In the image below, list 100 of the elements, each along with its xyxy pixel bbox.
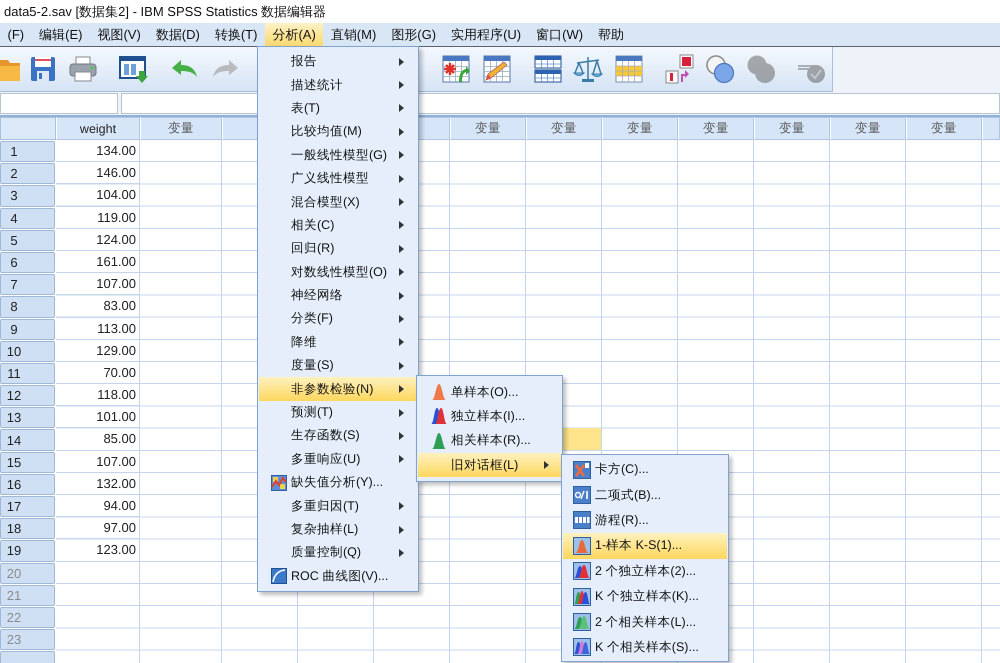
row-header[interactable]: 19 <box>0 540 55 562</box>
menu-item[interactable]: 非参数检验(N) <box>259 377 417 401</box>
menu-item[interactable]: 二项式(B)... <box>563 482 727 508</box>
row-header[interactable]: 3 <box>0 185 55 207</box>
squares-arrow-icon[interactable] <box>665 54 695 84</box>
column-header[interactable]: 变量 <box>678 117 754 140</box>
peak-icon <box>431 432 447 449</box>
submenu-arrow-icon <box>399 104 404 112</box>
menu-item[interactable]: 降维 <box>259 330 417 354</box>
cell-name-field[interactable] <box>0 93 118 114</box>
column-header[interactable]: 变量 <box>906 117 982 140</box>
row-header[interactable]: 15 <box>0 452 55 473</box>
menu-item[interactable]: 相关(C) <box>259 214 417 238</box>
submenu-arrow-icon <box>544 461 549 470</box>
menu-item[interactable]: 混合模型(X) <box>259 190 417 214</box>
row-header[interactable]: 17 <box>0 496 55 518</box>
fraction-tile-icon <box>573 486 591 504</box>
column-header[interactable]: 变量 <box>526 117 602 140</box>
menu-item[interactable]: 对数线性模型(O) <box>259 260 417 284</box>
menu-item[interactable]: 预测(T) <box>259 400 417 424</box>
row-header[interactable]: 7 <box>0 274 55 296</box>
menu-bar-item[interactable]: 分析(A) <box>264 23 324 46</box>
row-header[interactable]: 10 <box>0 340 55 362</box>
menu-item[interactable]: 生存函数(S) <box>259 424 417 448</box>
menu-item[interactable]: 广义线性模型 <box>259 166 417 190</box>
table-cell: 94.00 <box>56 495 140 518</box>
menu-item[interactable]: 表(T) <box>259 96 417 120</box>
scales-icon[interactable] <box>573 54 603 84</box>
row-header[interactable]: 13 <box>0 407 55 428</box>
column-header[interactable]: 变量 <box>140 117 222 140</box>
menu-item[interactable]: 单样本(O)... <box>418 380 561 404</box>
row-header[interactable]: 18 <box>0 518 55 540</box>
row-header[interactable]: 16 <box>0 474 55 495</box>
row-header[interactable]: 1 <box>0 141 55 162</box>
grid-icon[interactable] <box>614 54 644 84</box>
menu-bar-item[interactable]: 视图(V) <box>90 23 148 46</box>
row-header[interactable]: 8 <box>0 296 55 318</box>
menu-item[interactable]: 2 个独立样本(2)... <box>563 558 727 584</box>
row-header[interactable]: 11 <box>0 362 55 384</box>
menu-bar-item[interactable]: (F) <box>0 23 32 46</box>
row-header[interactable]: 6 <box>0 252 55 274</box>
grid-pencil-icon[interactable] <box>482 54 512 84</box>
menu-item[interactable]: 质量控制(Q) <box>259 541 417 565</box>
menu-item[interactable]: 多重归因(T) <box>259 494 417 518</box>
row-header[interactable]: 4 <box>0 208 55 229</box>
menu-item[interactable]: 相关样本(R)... <box>418 428 561 453</box>
menu-item[interactable]: 报告 <box>259 50 417 74</box>
table-cell: 129.00 <box>56 340 140 362</box>
submenu-arrow-icon <box>399 292 404 300</box>
menu-bar-item[interactable]: 窗口(W) <box>528 23 591 46</box>
table-cell: 70.00 <box>56 362 140 384</box>
row-header[interactable]: 12 <box>0 385 55 406</box>
window-arrow-icon[interactable] <box>119 54 149 84</box>
menu-item[interactable]: 2 个相关样本(L)... <box>563 609 727 635</box>
table-cell: 104.00 <box>56 184 140 207</box>
printer-icon[interactable] <box>68 54 98 84</box>
row-header[interactable]: 2 <box>0 163 55 184</box>
column-header[interactable]: 变量 <box>754 117 830 140</box>
menu-item[interactable]: 比较均值(M) <box>259 120 417 144</box>
save-icon[interactable] <box>28 54 58 84</box>
menu-item[interactable]: 卡方(C)... <box>563 457 727 482</box>
menu-bar-item[interactable]: 编辑(E) <box>32 23 90 46</box>
menu-bar-item[interactable]: 数据(D) <box>148 23 208 46</box>
menu-item[interactable]: 旧对话框(L) <box>418 452 561 478</box>
column-header[interactable]: weight <box>56 117 140 140</box>
menu-item[interactable]: 度量(S) <box>259 354 417 378</box>
submenu-arrow-icon <box>399 58 404 66</box>
menu-item[interactable]: 1-样本 K-S(1)... <box>563 533 727 559</box>
table-cell: 134.00 <box>56 140 140 162</box>
row-header[interactable]: 5 <box>0 230 55 251</box>
menu-item[interactable]: 复杂抽样(L) <box>259 518 417 542</box>
menu-bar-item[interactable]: 转换(T) <box>207 23 265 46</box>
menu-item[interactable]: ROC 曲线图(V)... <box>259 564 417 588</box>
column-header[interactable]: 变量 <box>450 117 526 140</box>
double-peak-icon <box>431 408 447 424</box>
menu-bar-item[interactable]: 直销(M) <box>323 23 384 46</box>
menu-item[interactable]: 神经网络 <box>259 284 417 308</box>
row-header[interactable]: 14 <box>0 429 55 451</box>
stacked-grids-icon[interactable] <box>533 54 563 84</box>
menu-bar-item[interactable]: 帮助 <box>590 23 632 46</box>
submenu-arrow-icon <box>399 385 404 394</box>
menu-item[interactable]: 分类(F) <box>259 307 417 331</box>
menu-item[interactable]: 描述统计 <box>259 73 417 97</box>
menu-item[interactable]: K 个独立样本(K)... <box>563 584 727 610</box>
circles-icon[interactable] <box>705 54 735 84</box>
column-header[interactable]: 变量 <box>602 117 678 140</box>
menu-bar-item[interactable]: 实用程序(U) <box>444 23 529 46</box>
menu-bar-item[interactable]: 图形(G) <box>384 23 444 46</box>
column-header[interactable]: 变量 <box>830 117 906 140</box>
grid-asterisk-icon[interactable] <box>441 54 471 84</box>
menu-item[interactable]: 多重响应(U) <box>259 448 417 472</box>
menu-item[interactable]: 回归(R) <box>259 237 417 261</box>
menu-item[interactable]: 游程(R)... <box>563 508 727 534</box>
table-cell: 107.00 <box>56 273 140 296</box>
menu-item[interactable]: 缺失值分析(Y)... <box>259 471 417 494</box>
menu-item[interactable]: K 个相关样本(S)... <box>563 634 727 660</box>
menu-item[interactable]: 独立样本(I)... <box>418 404 561 429</box>
submenu-arrow-icon <box>399 548 404 557</box>
menu-item[interactable]: 一般线性模型(G) <box>259 144 417 167</box>
row-header[interactable]: 9 <box>0 318 55 340</box>
